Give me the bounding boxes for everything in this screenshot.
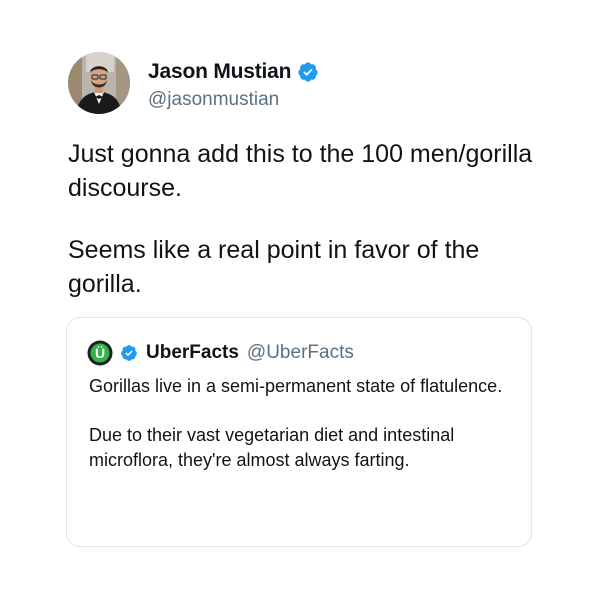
author-display-name[interactable]: Jason Mustian — [148, 60, 291, 84]
author-avatar[interactable] — [68, 52, 130, 114]
uberfacts-logo-letter: Ü — [95, 345, 105, 361]
profile-photo-icon — [68, 52, 130, 114]
tweet-paragraph: Seems like a real point in favor of the … — [68, 236, 480, 298]
author-name-row: Jason Mustian — [148, 60, 319, 84]
tweet-body: Just gonna add this to the 100 men/goril… — [68, 137, 538, 301]
author-handle[interactable]: @jasonmustian — [148, 89, 279, 111]
quoted-tweet-body: Gorillas live in a semi-permanent state … — [89, 374, 509, 473]
quoted-tweet-header: Ü UberFacts @UberFacts — [87, 340, 354, 366]
quoted-author-handle[interactable]: @UberFacts — [247, 342, 354, 364]
quoted-tweet-card[interactable]: Ü UberFacts @UberFacts Gorillas live in … — [66, 317, 532, 547]
uberfacts-logo-icon[interactable]: Ü — [87, 340, 113, 366]
verified-badge-icon — [297, 61, 319, 83]
verified-badge-icon — [120, 344, 138, 362]
quoted-author-display-name[interactable]: UberFacts — [146, 342, 239, 364]
quoted-tweet-paragraph: Gorillas live in a semi-permanent state … — [89, 376, 503, 396]
tweet-paragraph: Just gonna add this to the 100 men/goril… — [68, 140, 533, 202]
quoted-tweet-paragraph: Due to their vast vegetarian diet and in… — [89, 425, 455, 470]
